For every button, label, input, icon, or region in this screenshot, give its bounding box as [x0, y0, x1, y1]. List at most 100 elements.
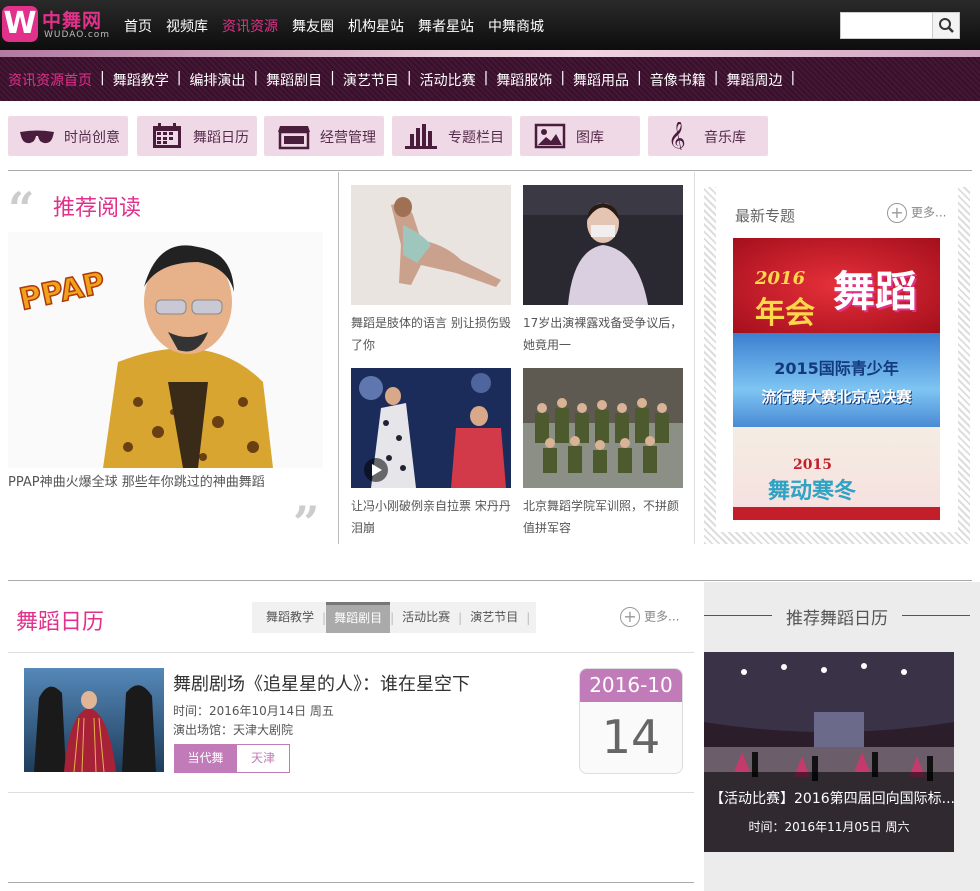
- thumb-caption[interactable]: 舞蹈是肢体的语言 别让损伤毁了你: [351, 312, 516, 356]
- svg-text:𝄞: 𝄞: [668, 122, 686, 150]
- recommended-calendar-panel: 推荐舞蹈日历 【活动比赛】2016第四届回向国际标... 时间：2016年11月…: [704, 582, 980, 891]
- bar-chart-icon: [405, 124, 437, 149]
- military-training-photo: [523, 368, 683, 488]
- plus-icon: +: [620, 607, 640, 627]
- sub-navigation: 资讯资源首页 | 舞蹈教学 | 编排演出 | 舞蹈剧目 | 演艺节目 | 活动比赛 | 舞蹈…: [0, 57, 980, 101]
- banner-text: 年会: [755, 296, 815, 331]
- divider: [8, 792, 694, 793]
- subnav-item-supplies[interactable]: 舞蹈用品: [573, 70, 629, 90]
- pill-label: 图库: [576, 130, 604, 146]
- subnav-item-media[interactable]: 音像书籍: [650, 70, 706, 90]
- nav-item-institutions[interactable]: 机构星站: [348, 16, 404, 36]
- side-calendar-time: 时间：2016年11月05日 周六: [748, 820, 910, 834]
- tab-competition[interactable]: 活动比赛: [394, 602, 458, 633]
- pill-label: 舞蹈日历: [193, 130, 249, 146]
- divider: [338, 172, 339, 544]
- banner-line1: 2015国际青少年: [774, 359, 899, 378]
- banner-text: 舞动寒冬: [768, 479, 857, 504]
- thumb-military-training[interactable]: [523, 368, 683, 488]
- dancer-photo: [351, 185, 511, 305]
- pill-management[interactable]: 经营管理: [264, 116, 384, 156]
- decorative-stripe: [0, 50, 980, 57]
- special-banner-winter[interactable]: 2015 舞动寒冬: [733, 427, 940, 520]
- subnav-item-peripherals[interactable]: 舞蹈周边: [726, 70, 782, 90]
- subnav-item-competition[interactable]: 活动比赛: [420, 70, 476, 90]
- search-input[interactable]: [841, 13, 933, 38]
- plus-icon: +: [887, 203, 907, 223]
- banner-year: 2015: [793, 457, 832, 473]
- banner-year: 2016: [755, 268, 806, 289]
- event-day: 14: [601, 710, 661, 764]
- thumb-caption[interactable]: 北京舞蹈学院军训照，不拼颜值拼军容: [523, 495, 688, 539]
- event-time: 时间：2016年10月14日 周五: [173, 704, 334, 718]
- calendar-icon: [153, 123, 181, 148]
- pill-label: 时尚创意: [64, 130, 120, 146]
- special-banner-2016[interactable]: 2016 年会 舞蹈: [733, 238, 940, 333]
- thumb-17-year-old[interactable]: [523, 185, 683, 305]
- search-button[interactable]: [932, 13, 959, 38]
- tab-repertoire[interactable]: 舞蹈剧目: [326, 602, 391, 633]
- search-box: [840, 12, 960, 39]
- divider: [8, 580, 972, 581]
- pill-label: 专题栏目: [448, 130, 504, 146]
- thumb-dance-injury[interactable]: [351, 185, 511, 305]
- main-nav: 首页 视频库 资讯资源 舞友圈 机构星站 舞者星站 中舞商城: [124, 16, 558, 36]
- pill-music[interactable]: 𝄞 音乐库: [648, 116, 768, 156]
- sunglasses-icon: [20, 130, 54, 144]
- pill-calendar[interactable]: 舞蹈日历: [137, 116, 257, 156]
- search-icon: [939, 18, 954, 33]
- subnav-item-choreography[interactable]: 编排演出: [189, 70, 245, 90]
- section-title-recommend: 推荐阅读: [53, 196, 142, 221]
- event-year-month: 2016-10: [580, 669, 682, 702]
- picture-icon: [534, 123, 566, 149]
- special-banner-2015-youth[interactable]: 2015国际青少年 流行舞大赛北京总决赛: [733, 333, 940, 427]
- tab-performance[interactable]: 演艺节目: [462, 602, 526, 633]
- latest-special-panel: 最新专题 + 更多... 2016 年会 舞蹈 2015国际青少年 流行舞大赛北京…: [704, 187, 970, 544]
- thumb-caption[interactable]: 17岁出演裸露戏备受争议后，她竟用一: [523, 312, 683, 356]
- nav-item-news[interactable]: 资讯资源: [222, 16, 278, 36]
- side-calendar-card[interactable]: 【活动比赛】2016第四届回向国际标... 时间：2016年11月05日 周六: [704, 652, 954, 852]
- pill-special-columns[interactable]: 专题栏目: [392, 116, 512, 156]
- shop-icon: [278, 126, 310, 150]
- stage-photo: [351, 368, 511, 488]
- calendar-tabs: 舞蹈教学 | 舞蹈剧目 | 活动比赛 | 演艺节目 |: [252, 602, 537, 633]
- banner-line2: 流行舞大赛北京总决赛: [761, 388, 912, 406]
- thumb-caption[interactable]: 让冯小刚破例亲自拉票 宋丹丹泪崩: [351, 495, 516, 539]
- divider: [8, 170, 972, 171]
- pill-label: 经营管理: [320, 130, 376, 146]
- divider: [8, 652, 694, 653]
- event-photo: [24, 668, 164, 772]
- event-venue: 演出场馆：天津大剧院: [173, 723, 294, 737]
- special-title: 最新专题: [735, 207, 796, 225]
- event-tag-city[interactable]: 天津: [236, 744, 290, 773]
- treble-clef-icon: 𝄞: [668, 122, 686, 150]
- logo-mark: W: [2, 6, 38, 42]
- subnav-item-teaching[interactable]: 舞蹈教学: [113, 70, 169, 90]
- site-logo[interactable]: W 中舞网 WUDAO.com: [2, 6, 112, 44]
- event-title[interactable]: 舞剧剧场《追星星的人》：谁在星空下: [173, 670, 470, 696]
- subnav-item-home[interactable]: 资讯资源首页: [8, 70, 92, 90]
- event-tag-style[interactable]: 当代舞: [174, 744, 237, 773]
- divider: [8, 882, 694, 883]
- nav-item-community[interactable]: 舞友圈: [292, 16, 334, 36]
- nav-item-dancers[interactable]: 舞者星站: [418, 16, 474, 36]
- open-quote-icon: “: [8, 182, 35, 236]
- thumb-feng-xiaogang[interactable]: [351, 368, 511, 488]
- nav-item-mall[interactable]: 中舞商城: [488, 16, 544, 36]
- calendar-more-link[interactable]: + 更多...: [620, 607, 679, 627]
- featured-caption[interactable]: PPAP神曲火爆全球 那些年你跳过的神曲舞蹈: [8, 472, 328, 494]
- subnav-item-performance[interactable]: 演艺节目: [343, 70, 399, 90]
- special-more-link[interactable]: + 更多...: [887, 203, 946, 223]
- pill-gallery[interactable]: 图库: [520, 116, 640, 156]
- tab-teaching[interactable]: 舞蹈教学: [258, 602, 322, 633]
- subnav-item-costume[interactable]: 舞蹈服饰: [496, 70, 552, 90]
- nav-item-video[interactable]: 视频库: [166, 16, 208, 36]
- nav-item-home[interactable]: 首页: [124, 16, 152, 36]
- event-thumbnail[interactable]: [24, 668, 164, 772]
- top-navigation-bar: W 中舞网 WUDAO.com 首页 视频库 资讯资源 舞友圈 机构星站 舞者星…: [0, 0, 980, 50]
- pill-fashion[interactable]: 时尚创意: [8, 116, 128, 156]
- ppap-illustration: PPAP: [8, 232, 323, 468]
- featured-image-ppap[interactable]: PPAP: [8, 232, 323, 468]
- subnav-item-repertoire[interactable]: 舞蹈剧目: [266, 70, 322, 90]
- logo-subtext: WUDAO.com: [44, 30, 111, 40]
